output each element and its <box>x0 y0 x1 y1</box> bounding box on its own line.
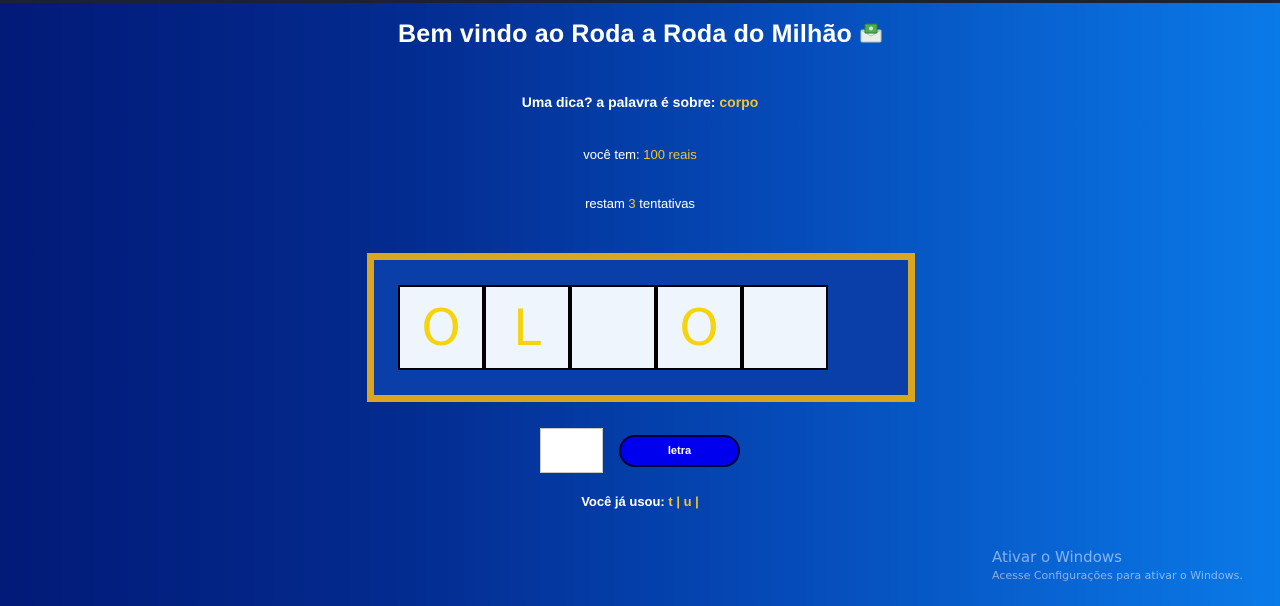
page-title: Bem vindo ao Roda a Roda do Milhão <box>0 20 1280 51</box>
money-amount: 100 reais <box>643 147 697 162</box>
used-letters-line: Você já usou: t | u | <box>0 494 1280 509</box>
letter-cell <box>742 285 828 370</box>
windows-activation-watermark: Ativar o Windows Acesse Configurações pa… <box>992 548 1243 582</box>
letter-cells: O L O <box>398 285 828 370</box>
hint-prefix: Uma dica? a palavra é sobre: <box>521 94 716 110</box>
letter-input[interactable] <box>540 428 603 473</box>
attempts-count: 3 <box>628 196 636 211</box>
letter-cell <box>570 285 656 370</box>
page-title-text: Bem vindo ao Roda a Roda do Milhão <box>397 20 853 48</box>
watermark-title: Ativar o Windows <box>992 548 1122 566</box>
word-board: O L O <box>367 253 915 402</box>
money-prefix: você tem: <box>583 147 640 162</box>
letter-cell: L <box>484 285 570 370</box>
attempts-prefix: restam <box>585 196 625 211</box>
money-line: você tem: 100 reais <box>0 147 1280 162</box>
submit-letter-button[interactable]: letra <box>619 435 740 467</box>
top-border <box>0 0 1280 3</box>
hint-topic: corpo <box>719 94 759 110</box>
hint-line: Uma dica? a palavra é sobre: corpo <box>0 94 1280 110</box>
used-letters-list: t | u | <box>668 494 699 509</box>
letter-cell: O <box>398 285 484 370</box>
envelope-money-icon <box>860 22 882 51</box>
watermark-subtitle: Acesse Configurações para ativar o Windo… <box>992 569 1243 582</box>
used-letters-prefix: Você já usou: <box>581 494 665 509</box>
attempts-line: restam 3 tentativas <box>0 196 1280 211</box>
attempts-suffix: tentativas <box>639 196 695 211</box>
letter-cell: O <box>656 285 742 370</box>
